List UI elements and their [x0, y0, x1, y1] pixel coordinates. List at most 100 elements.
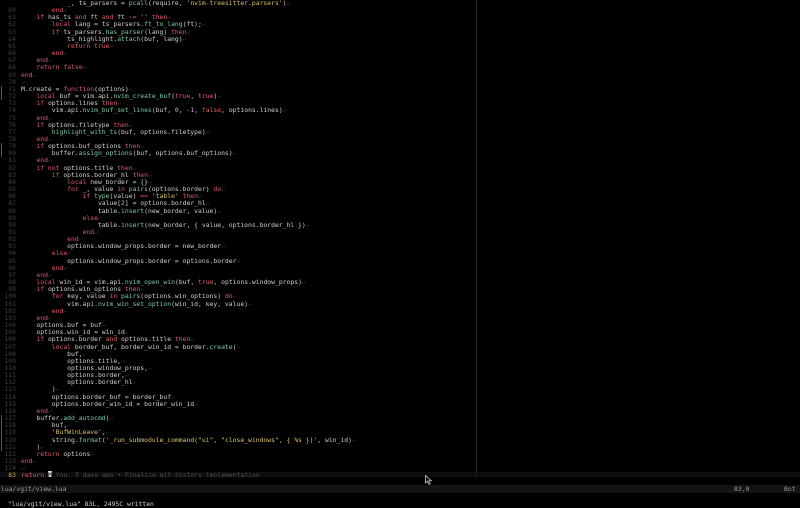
code-text: _, ts_parsers = pcall(require, 'nvim-tre… [21, 0, 800, 7]
code-text: options.border,↵ [21, 372, 800, 379]
git-change-marker [1, 436, 2, 444]
code-token: ↵ [351, 435, 356, 444]
git-change-marker [1, 443, 2, 451]
code-token: ↵ [248, 299, 252, 308]
code-token: ↵ [286, 0, 291, 7]
git-change-marker [1, 85, 2, 94]
code-text: options.window_props,↵ [21, 364, 800, 372]
code-line[interactable]: 101 vim.api.nvim_win_set_option(win_id, … [0, 299, 800, 308]
code-line[interactable]: _, ts_parsers = pcall(require, 'nvim-tre… [0, 0, 800, 7]
code-line[interactable]: 90 table.insert(new_border, { value, opt… [0, 220, 800, 229]
code-text: table.insert(new_border, value)↵ [21, 206, 800, 215]
code-line[interactable]: 107 local border_buf, border_win_id = bo… [0, 342, 800, 351]
code-token: ↵ [186, 27, 191, 36]
code-line[interactable]: 123 end↵ [0, 457, 800, 465]
code-text: end↵ [21, 157, 800, 164]
code-line[interactable]: 112 options.border_hl↵ [0, 379, 800, 386]
code-line[interactable]: 80 buffer.assign_options(buf, options.bu… [0, 150, 800, 158]
code-line[interactable]: 118 buf,↵ [0, 422, 800, 430]
code-token: ↵ [221, 242, 225, 251]
code-token: ↵ [132, 378, 137, 387]
code-line[interactable]: 93 options.window_props.border = new_bor… [0, 243, 800, 250]
code-token: ↵ [217, 206, 222, 215]
code-token: pcall [128, 0, 148, 7]
code-token: (buf, options.buf_options) [132, 149, 233, 158]
git-blame-annotation: You, 7 days ago • Finalize git history i… [55, 471, 260, 477]
command-line[interactable]: "lua/vgit/view.lua" 83L, 2495C written [0, 492, 800, 508]
code-token: ↵ [63, 49, 68, 58]
code-token: ↵ [236, 342, 241, 351]
code-token: ↵ [32, 70, 37, 79]
code-text: buf,↵ [21, 422, 800, 429]
code-text: string.format('_run_submodule_command("u… [21, 435, 800, 444]
code-line[interactable]: 96 end↵ [0, 264, 800, 272]
code-text: end↵ [21, 70, 800, 79]
code-token: options [63, 449, 91, 458]
code-text: end↵ [21, 228, 800, 236]
code-line[interactable]: 69 end↵ [0, 70, 800, 79]
color-column [476, 0, 477, 477]
code-token: true [94, 41, 110, 50]
code-text: end↵ [21, 407, 800, 415]
mouse-pointer-icon [425, 475, 433, 485]
code-line[interactable]: 88 table.insert(new_border, value)↵ [0, 206, 800, 215]
code-token: return [21, 471, 48, 477]
code-text: buffer.assign_options(buf, options.buf_o… [21, 150, 800, 157]
git-change-marker [1, 150, 2, 158]
code-token: true [174, 92, 191, 101]
code-text: options.window_props.border = options.bo… [21, 257, 800, 265]
code-text: end↵ [21, 57, 800, 64]
code-text: local buf = vim.api.nvim_create_buf(true… [21, 92, 800, 101]
git-change-marker [1, 429, 2, 437]
code-token: (buf, options.filetype) [117, 127, 206, 136]
code-line[interactable]: 74 vim.api.nvim_buf_set_lines(buf, 0, -1… [0, 107, 800, 114]
code-token: ↵ [94, 228, 98, 236]
code-line[interactable]: 116 end↵ [0, 407, 800, 415]
code-line[interactable]: 121 )↵ [0, 443, 800, 451]
code-token: ↵ [201, 20, 206, 29]
code-token: ↵ [109, 414, 114, 423]
code-line[interactable]: 115 options.border_win_id = border_win_i… [0, 400, 800, 408]
code-token: ↵ [109, 41, 114, 50]
code-token: assign_options [78, 149, 133, 158]
code-line[interactable]: 65 return true↵ [0, 41, 800, 50]
code-token: ↵ [182, 34, 187, 43]
code-token: , [194, 106, 202, 115]
code-token: true [198, 278, 214, 287]
code-token: nvim_create_buf [113, 92, 172, 101]
code-text: vim.api.nvim_win_set_option(win_id, key,… [21, 299, 800, 308]
git-change-marker [1, 422, 2, 430]
code-line[interactable]: 67 end↵ [0, 57, 800, 64]
code-text: local border_buf, border_win_id = border… [21, 342, 800, 351]
code-token: ↵ [301, 278, 306, 287]
code-token: (new_border, value) [144, 206, 218, 215]
code-line[interactable]: 66 end↵ [0, 49, 800, 58]
code-line[interactable]: 103 end↵ [0, 314, 800, 322]
code-token: '_run_submodule_command("ui", "close_win… [105, 435, 318, 444]
code-text: options.border_win_id = border_win_id↵ [21, 400, 800, 408]
code-line[interactable]: 122 return options↵ [0, 449, 800, 458]
code-text: return false↵ [21, 64, 800, 71]
git-change-marker [1, 143, 2, 151]
code-line[interactable]: 83 return M You, 7 days ago • Finalize git… [0, 471, 800, 477]
code-line[interactable]: 68 return false↵ [0, 64, 800, 71]
code-text: return options↵ [21, 449, 800, 458]
code-token: ↵ [305, 220, 310, 229]
code-token: true [198, 92, 214, 101]
code-text: options.buf = buf↵ [21, 321, 800, 329]
code-line[interactable]: 120 string.format('_run_submodule_comman… [0, 435, 800, 444]
code-token: (buf, [151, 106, 175, 115]
code-token: ↵ [32, 457, 37, 465]
code-line[interactable]: 95 options.window_props.border = options… [0, 257, 800, 265]
code-line[interactable]: 64 ts_highlight.attach(buf, lang)↵ [0, 34, 800, 43]
code-token: , options.lines) [221, 106, 283, 115]
code-text: buffer.add_autocmd(↵ [21, 414, 800, 423]
code-token: ↵ [205, 127, 210, 136]
code-token: ↵ [232, 149, 237, 158]
editor-buffer[interactable]: _, ts_parsers = pcall(require, 'nvim-tre… [0, 0, 800, 477]
code-line[interactable]: 77 highlight_with_ts(buf, options.filety… [0, 127, 800, 136]
code-line[interactable]: 91 end↵ [0, 228, 800, 236]
code-token: nvim_buf_set_lines [82, 106, 152, 115]
code-line[interactable]: 117 buffer.add_autocmd(↵ [0, 414, 800, 423]
code-line[interactable]: 102 end↵ [0, 307, 800, 315]
